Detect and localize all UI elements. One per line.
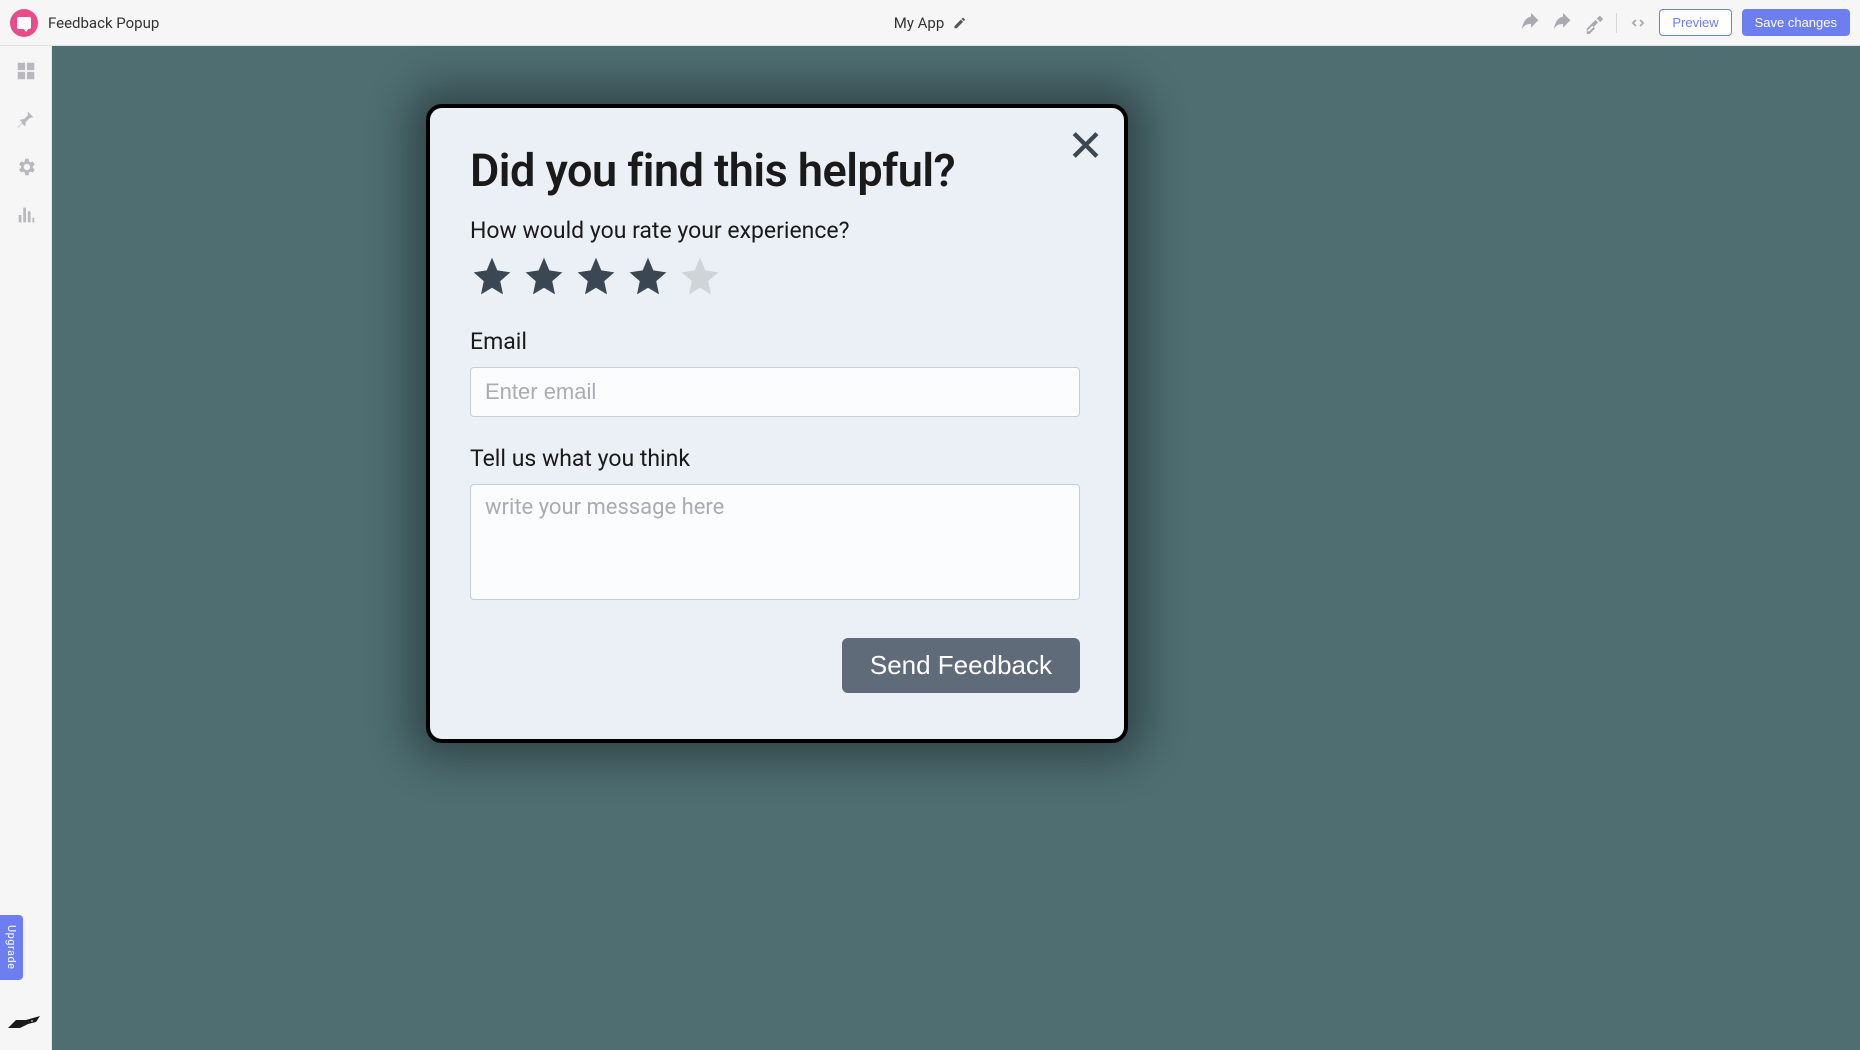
topbar-left: Feedback Popup (10, 9, 159, 37)
star-icon[interactable] (678, 254, 722, 298)
hammer-icon[interactable] (1584, 12, 1606, 34)
send-row: Send Feedback (470, 638, 1080, 693)
pin-icon[interactable] (15, 108, 37, 130)
code-icon[interactable] (1627, 12, 1649, 34)
save-changes-button[interactable]: Save changes (1742, 9, 1850, 36)
topbar-right: Preview Save changes (1520, 9, 1850, 36)
send-feedback-button[interactable]: Send Feedback (842, 638, 1080, 693)
message-field[interactable] (470, 484, 1080, 600)
upgrade-button[interactable]: Upgrade (0, 915, 23, 980)
preview-button[interactable]: Preview (1659, 9, 1731, 36)
star-rating (470, 254, 1084, 298)
app-logo[interactable] (10, 9, 38, 37)
main-area: Upgrade ✕ Did you find this helpful? How… (0, 46, 1860, 1050)
sidebar: Upgrade (0, 46, 52, 1050)
chart-icon[interactable] (15, 204, 37, 226)
page-title: Feedback Popup (48, 14, 159, 32)
topbar: Feedback Popup My App Preview Save chang… (0, 0, 1860, 46)
editor-canvas[interactable]: ✕ Did you find this helpful? How would y… (52, 46, 1860, 1050)
popup-title: Did you find this helpful? (470, 144, 1084, 197)
message-label: Tell us what you think (470, 445, 1084, 472)
topbar-center: My App (894, 14, 967, 32)
star-icon[interactable] (574, 254, 618, 298)
star-icon[interactable] (470, 254, 514, 298)
redo-icon[interactable] (1552, 12, 1574, 34)
edit-icon[interactable] (952, 16, 966, 30)
feedback-popup: ✕ Did you find this helpful? How would y… (426, 104, 1128, 743)
star-icon[interactable] (522, 254, 566, 298)
star-icon[interactable] (626, 254, 670, 298)
email-field[interactable] (470, 367, 1080, 417)
email-label: Email (470, 328, 1084, 355)
grid-icon[interactable] (15, 60, 37, 82)
rate-question: How would you rate your experience? (470, 217, 1084, 244)
app-name-label: My App (894, 14, 945, 32)
close-icon[interactable]: ✕ (1067, 124, 1104, 168)
undo-icon[interactable] (1520, 12, 1542, 34)
mascot-icon (6, 1014, 42, 1032)
gear-icon[interactable] (15, 156, 37, 178)
topbar-divider (1616, 13, 1617, 33)
